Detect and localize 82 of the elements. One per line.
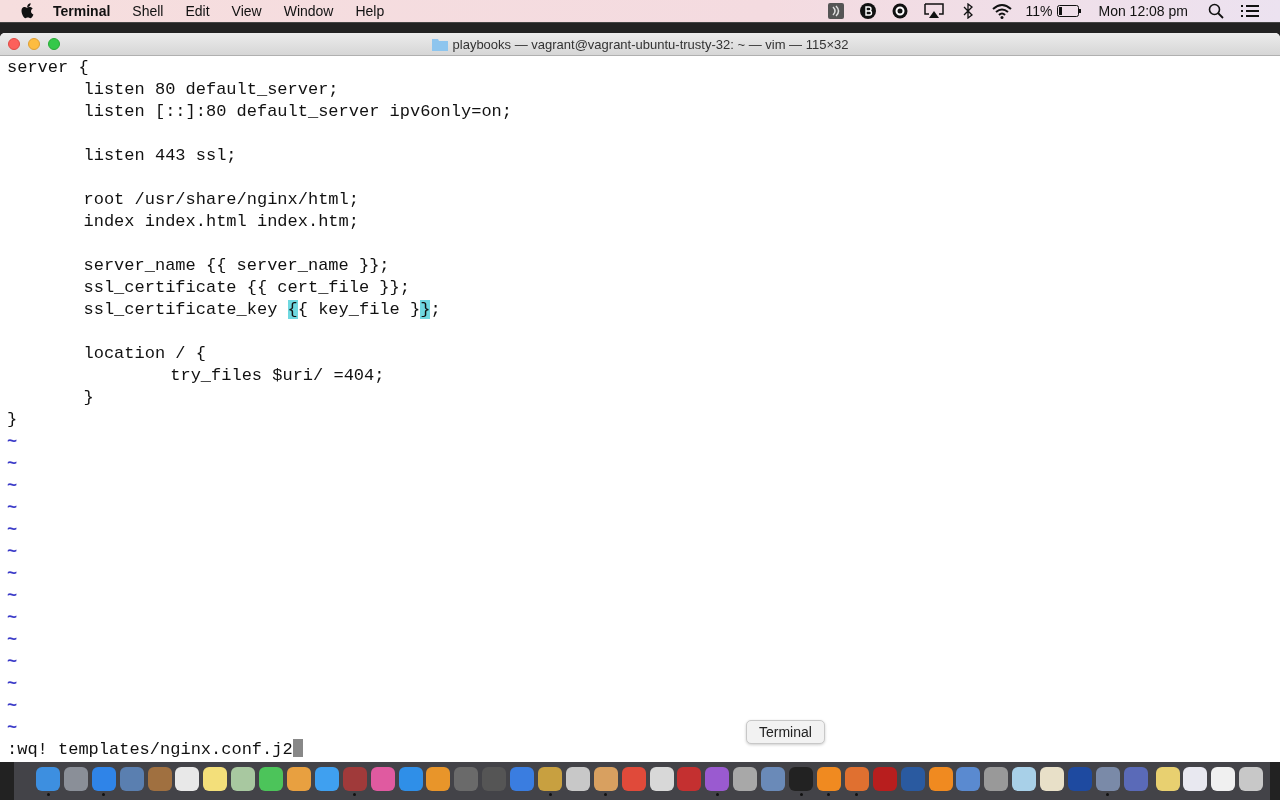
app-icon[interactable]: [1155, 766, 1180, 791]
empty-line-tilde: ~: [7, 696, 18, 715]
app-icon[interactable]: [928, 766, 953, 791]
code-line: server {: [7, 58, 89, 77]
running-indicator: [855, 792, 859, 796]
menu-item[interactable]: View: [231, 3, 262, 19]
menu-item[interactable]: Terminal: [53, 3, 111, 19]
code-line: index index.html index.htm;: [82, 212, 359, 231]
app-icon[interactable]: [175, 766, 200, 791]
code-line: }: [82, 388, 94, 407]
empty-line-tilde: ~: [7, 652, 18, 671]
running-indicator: [548, 792, 552, 796]
empty-line-tilde: ~: [7, 520, 18, 539]
app-icon[interactable]: [649, 766, 674, 791]
app-icon[interactable]: [231, 766, 256, 791]
empty-line-tilde: ~: [7, 454, 18, 473]
code-line: listen 80 default_server;: [82, 80, 339, 99]
circle-logo-icon[interactable]: [891, 3, 908, 19]
code-line: server_name {{ server_name }};: [82, 256, 390, 275]
app-icon[interactable]: [1183, 766, 1208, 791]
empty-line-tilde: ~: [7, 476, 18, 495]
running-indicator: [799, 792, 803, 796]
app-icon[interactable]: [816, 766, 841, 791]
tooltip: Terminal: [746, 720, 825, 744]
app-icon[interactable]: [287, 766, 311, 791]
menu-item[interactable]: Edit: [185, 3, 210, 19]
command-line[interactable]: :wq! templates/nginx.conf.j2: [7, 740, 293, 759]
battery-percentage: 11%: [1025, 3, 1053, 19]
empty-line-tilde: ~: [7, 432, 18, 451]
circled-b-icon[interactable]: [859, 3, 876, 19]
folder-icon: [431, 37, 448, 51]
airplay-icon[interactable]: [923, 3, 944, 19]
battery-icon[interactable]: [1056, 5, 1081, 17]
app-icon[interactable]: [259, 766, 284, 791]
app-icon[interactable]: [203, 766, 228, 791]
list-icon[interactable]: [1240, 3, 1260, 19]
running-indicator: [1106, 792, 1110, 796]
empty-line-tilde: ~: [7, 718, 18, 737]
app-icon[interactable]: [1239, 766, 1264, 791]
code-line: location / {: [82, 344, 206, 363]
app-icon[interactable]: [984, 766, 1009, 791]
text-cursor: [292, 739, 303, 757]
code-line: try_files $uri/ =404;: [169, 366, 385, 385]
app-icon[interactable]: [538, 766, 563, 791]
window-title: playbooks — vagrant@vagrant-ubuntu-trusty-32: ~ — vim — 115×32: [452, 36, 849, 52]
menu-item[interactable]: Help: [355, 3, 385, 19]
menu-item[interactable]: Window: [283, 3, 334, 19]
empty-line-tilde: ~: [7, 542, 18, 561]
app-icon[interactable]: [733, 766, 758, 791]
empty-line-tilde: ~: [7, 608, 18, 627]
app-icon[interactable]: [565, 766, 590, 791]
clock[interactable]: Mon 12:08 pm: [1098, 3, 1188, 19]
app-icon[interactable]: [1211, 766, 1236, 791]
empty-line-tilde: ~: [7, 630, 18, 649]
running-indicator: [827, 792, 831, 796]
app-icon[interactable]: [593, 766, 618, 791]
empty-line-tilde: ~: [7, 564, 18, 583]
app-icon[interactable]: [426, 766, 451, 791]
code-line: ssl_certificate {{ cert_file }};: [82, 278, 410, 297]
apple-logo-icon[interactable]: [21, 3, 35, 19]
zoom-button[interactable]: [48, 38, 60, 50]
code-line: ssl_certificate_key {{ key_file }};: [82, 300, 441, 319]
app-icon[interactable]: [1040, 766, 1065, 791]
running-indicator: [715, 792, 719, 796]
app-icon[interactable]: [314, 766, 339, 791]
wifi-icon[interactable]: [991, 3, 1012, 19]
empty-line-tilde: ~: [7, 586, 18, 605]
running-indicator: [604, 792, 608, 796]
search-icon[interactable]: [1208, 3, 1224, 19]
running-indicator: [46, 792, 50, 796]
status-app-icon[interactable]: [827, 3, 844, 19]
menu-item[interactable]: Shell: [132, 3, 164, 19]
app-icon[interactable]: [1012, 766, 1037, 791]
code-line: root /usr/share/nginx/html;: [82, 190, 359, 209]
code-line: }: [7, 410, 18, 429]
code-line: listen 443 ssl;: [82, 146, 237, 165]
close-button[interactable]: [8, 38, 20, 50]
empty-line-tilde: ~: [7, 674, 18, 693]
code-line: listen [::]:80 default_server ipv6only=on;: [82, 102, 512, 121]
running-indicator: [102, 792, 106, 796]
empty-line-tilde: ~: [7, 498, 18, 517]
running-indicator: [353, 792, 357, 796]
